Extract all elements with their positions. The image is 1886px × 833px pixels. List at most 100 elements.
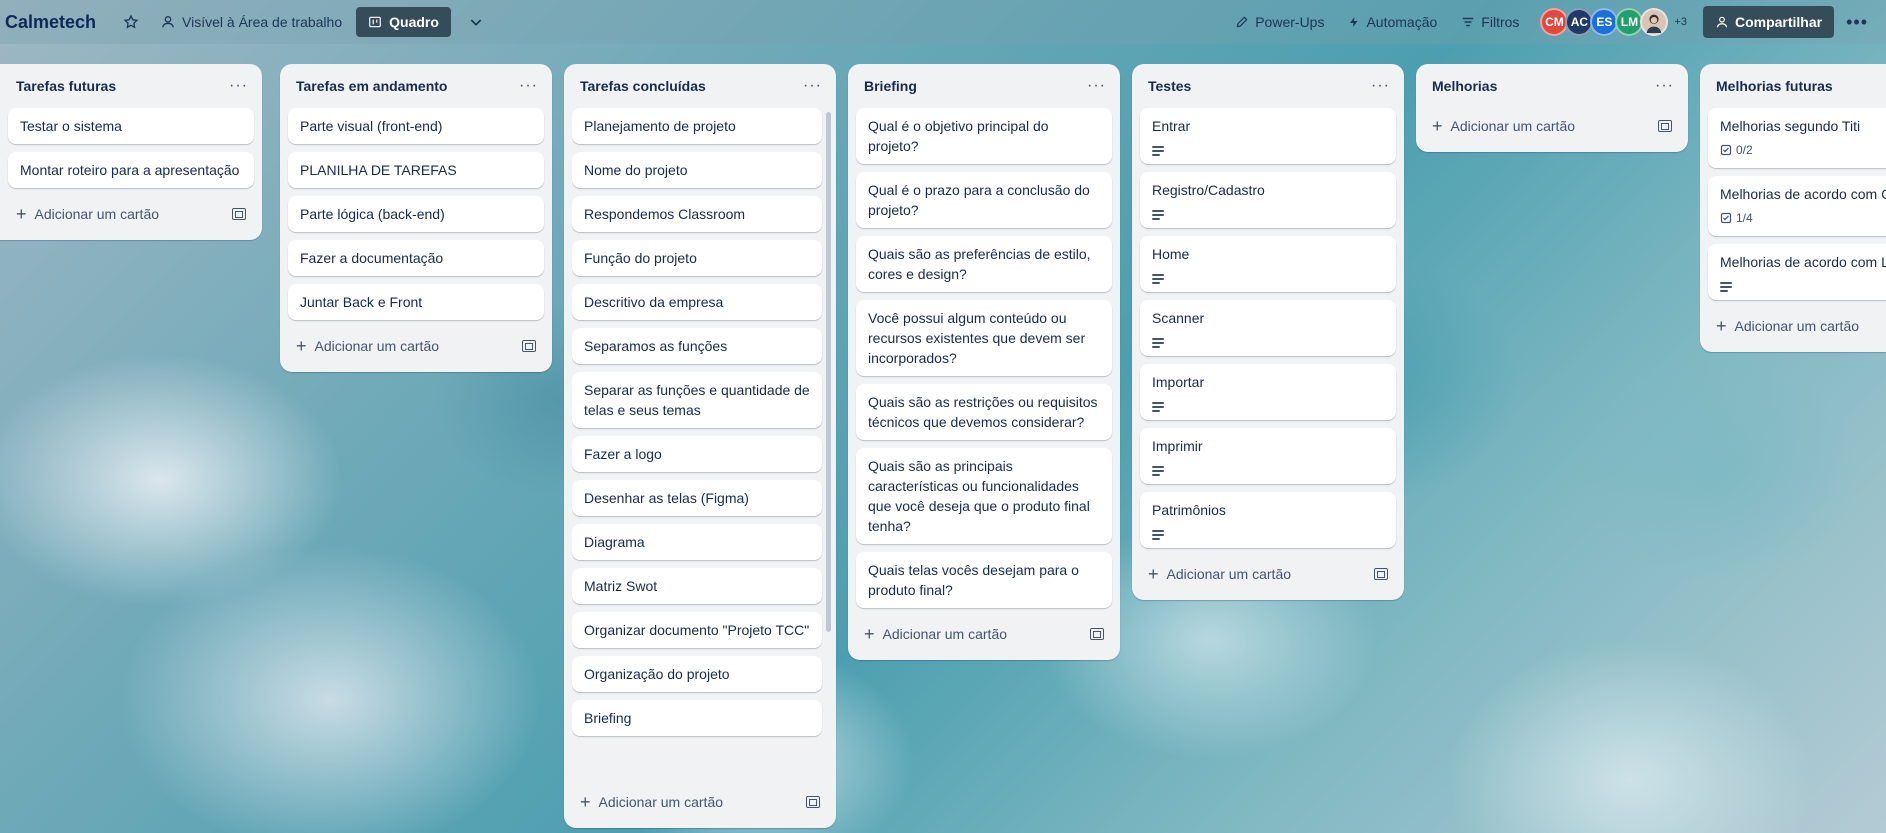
card[interactable]: Quais são as principais características … <box>856 448 1112 544</box>
card[interactable]: Diagrama <box>572 524 822 560</box>
card[interactable]: Patrimônios <box>1140 492 1396 548</box>
avatar[interactable]: LM <box>1615 8 1644 36</box>
list-title[interactable]: Briefing <box>864 78 917 94</box>
view-label: Quadro <box>389 14 439 30</box>
board-view-button[interactable]: Quadro <box>356 7 451 37</box>
chevron-down-icon[interactable] <box>461 7 491 37</box>
list-header[interactable]: Melhorias ··· <box>1424 64 1680 108</box>
list-header[interactable]: Briefing ··· <box>856 64 1112 108</box>
card[interactable]: PLANILHA DE TAREFAS <box>288 152 544 188</box>
list-menu-icon[interactable]: ··· <box>1087 77 1106 95</box>
card-title: Imprimir <box>1152 438 1203 454</box>
add-card-button[interactable]: + Adicionar um cartão <box>296 337 439 355</box>
card[interactable]: Parte lógica (back-end) <box>288 196 544 232</box>
card[interactable]: Briefing <box>572 700 822 736</box>
star-icon[interactable] <box>116 7 146 37</box>
template-icon[interactable] <box>1374 568 1388 580</box>
card[interactable]: Função do projeto <box>572 240 822 276</box>
card[interactable]: Testar o sistema <box>8 108 254 144</box>
list-title[interactable]: Tarefas em andamento <box>296 78 447 94</box>
card[interactable]: Montar roteiro para a apresentação <box>8 152 254 188</box>
card[interactable]: Melhorias de acordo com C 1/4 <box>1708 176 1886 236</box>
visibility-label: Visível à Área de trabalho <box>182 14 343 30</box>
automation-button[interactable]: Automação <box>1348 14 1437 30</box>
card[interactable]: Fazer a logo <box>572 436 822 472</box>
share-button[interactable]: Compartilhar <box>1702 6 1835 38</box>
list-menu-icon[interactable]: ··· <box>1371 77 1390 95</box>
card[interactable]: Fazer a documentação <box>288 240 544 276</box>
card[interactable]: Separar as funções e quantidade de telas… <box>572 372 822 428</box>
template-icon[interactable] <box>1658 120 1672 132</box>
list-title[interactable]: Tarefas concluídas <box>580 78 706 94</box>
card[interactable]: Melhorias segundo Titi 0/2 <box>1708 108 1886 168</box>
card[interactable]: Qual é o objetivo principal do projeto? <box>856 108 1112 164</box>
card[interactable]: Descritivo da empresa <box>572 284 822 320</box>
add-card-button[interactable]: + Adicionar um cartão <box>1148 565 1291 583</box>
card[interactable]: Entrar <box>1140 108 1396 164</box>
card[interactable]: Você possui algum conteúdo ou recursos e… <box>856 300 1112 376</box>
board-title[interactable]: Calmetech <box>5 12 96 33</box>
template-icon[interactable] <box>1090 628 1104 640</box>
card[interactable]: Imprimir <box>1140 428 1396 484</box>
card[interactable]: Juntar Back e Front <box>288 284 544 320</box>
card[interactable]: Melhorias de acordo com L <box>1708 244 1886 300</box>
add-card-button[interactable]: + Adicionar um cartão <box>16 205 159 223</box>
card[interactable]: Importar <box>1140 364 1396 420</box>
list-menu-icon[interactable]: ··· <box>229 77 248 95</box>
list-header[interactable]: Tarefas concluídas ··· <box>572 64 828 108</box>
card[interactable]: Quais são as preferências de estilo, cor… <box>856 236 1112 292</box>
add-card-button[interactable]: + Adicionar um cartão <box>580 793 723 811</box>
checklist-badge: 1/4 <box>1720 208 1886 228</box>
list-title[interactable]: Melhorias futuras <box>1716 78 1833 94</box>
add-card-button[interactable]: + Adicionar um cartão <box>1432 117 1575 135</box>
card-title: Nome do projeto <box>584 162 688 178</box>
description-icon <box>1152 338 1164 348</box>
add-card-button[interactable]: + Adicionar um cartão <box>1716 317 1859 335</box>
list-header[interactable]: Melhorias futuras <box>1708 64 1886 108</box>
card[interactable]: Separamos as funções <box>572 328 822 364</box>
powerups-button[interactable]: Power-Ups <box>1235 14 1324 30</box>
list-title[interactable]: Testes <box>1148 78 1191 94</box>
visibility-button[interactable]: Visível à Área de trabalho <box>160 14 342 30</box>
avatar[interactable]: AC <box>1565 8 1594 36</box>
list-scrollbar[interactable] <box>826 112 831 632</box>
avatar[interactable]: CM <box>1540 8 1569 36</box>
list-menu-icon[interactable]: ··· <box>1655 77 1674 95</box>
avatar[interactable]: ES <box>1590 8 1619 36</box>
card[interactable]: Parte visual (front-end) <box>288 108 544 144</box>
card[interactable]: Qual é o prazo para a conclusão do proje… <box>856 172 1112 228</box>
member-avatars: CM AC ES LM +3 <box>1540 8 1693 36</box>
list-title[interactable]: Tarefas futuras <box>16 78 116 94</box>
card[interactable]: Respondemos Classroom <box>572 196 822 232</box>
card-title: Separar as funções e quantidade de telas… <box>584 382 810 418</box>
more-members-count[interactable]: +3 <box>1674 16 1687 28</box>
card[interactable]: Organizar documento "Projeto TCC" <box>572 612 822 648</box>
card[interactable]: Registro/Cadastro <box>1140 172 1396 228</box>
list-header[interactable]: Testes ··· <box>1140 64 1396 108</box>
card[interactable]: Scanner <box>1140 300 1396 356</box>
card[interactable]: Quais telas vocês desejam para o produto… <box>856 552 1112 608</box>
avatar-photo[interactable] <box>1640 8 1669 36</box>
card[interactable]: Planejamento de projeto <box>572 108 822 144</box>
card[interactable]: Home <box>1140 236 1396 292</box>
template-icon[interactable] <box>232 208 246 220</box>
card[interactable]: Desenhar as telas (Figma) <box>572 480 822 516</box>
list-header[interactable]: Tarefas futuras ··· <box>8 64 254 108</box>
list-menu-icon[interactable]: ··· <box>519 77 538 95</box>
card[interactable]: Nome do projeto <box>572 152 822 188</box>
list-title[interactable]: Melhorias <box>1432 78 1497 94</box>
list-menu-icon[interactable]: ··· <box>803 77 822 95</box>
template-icon[interactable] <box>806 796 820 808</box>
add-card-button[interactable]: + Adicionar um cartão <box>864 625 1007 643</box>
card-title: Quais telas vocês desejam para o produto… <box>868 562 1079 598</box>
more-menu-icon[interactable]: ••• <box>1846 12 1868 33</box>
filters-button[interactable]: Filtros <box>1461 14 1519 30</box>
card[interactable]: Matriz Swot <box>572 568 822 604</box>
card[interactable]: Organização do projeto <box>572 656 822 692</box>
card[interactable]: Quais são as restrições ou requisitos té… <box>856 384 1112 440</box>
template-icon[interactable] <box>522 340 536 352</box>
card-title: Desenhar as telas (Figma) <box>584 490 749 506</box>
list-header[interactable]: Tarefas em andamento ··· <box>288 64 544 108</box>
card-title: Parte visual (front-end) <box>300 118 443 134</box>
description-icon <box>1152 210 1164 220</box>
